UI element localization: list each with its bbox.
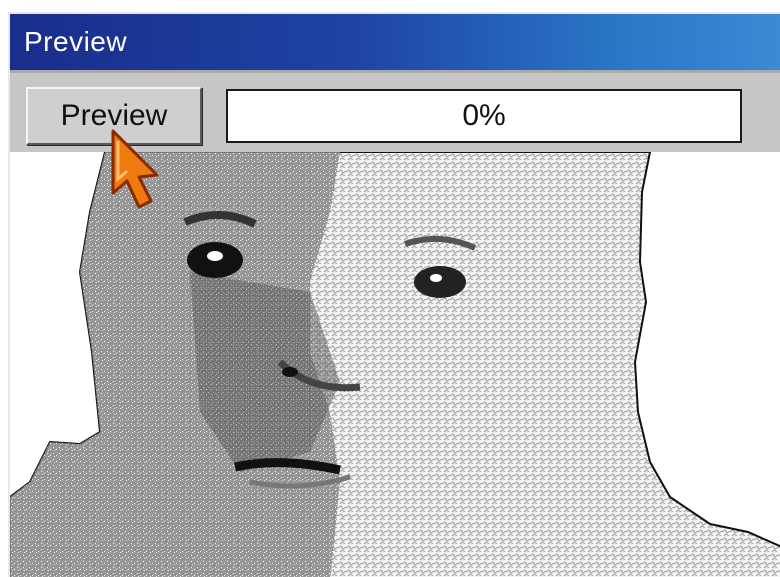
title-bar[interactable]: Preview <box>10 14 780 70</box>
preview-window: Preview Preview 0% <box>8 12 780 577</box>
arrow-pointer-icon <box>111 129 159 209</box>
progress-text: 0% <box>462 99 506 132</box>
window-title: Preview <box>24 26 128 57</box>
progress-bar: 0% <box>226 89 742 143</box>
